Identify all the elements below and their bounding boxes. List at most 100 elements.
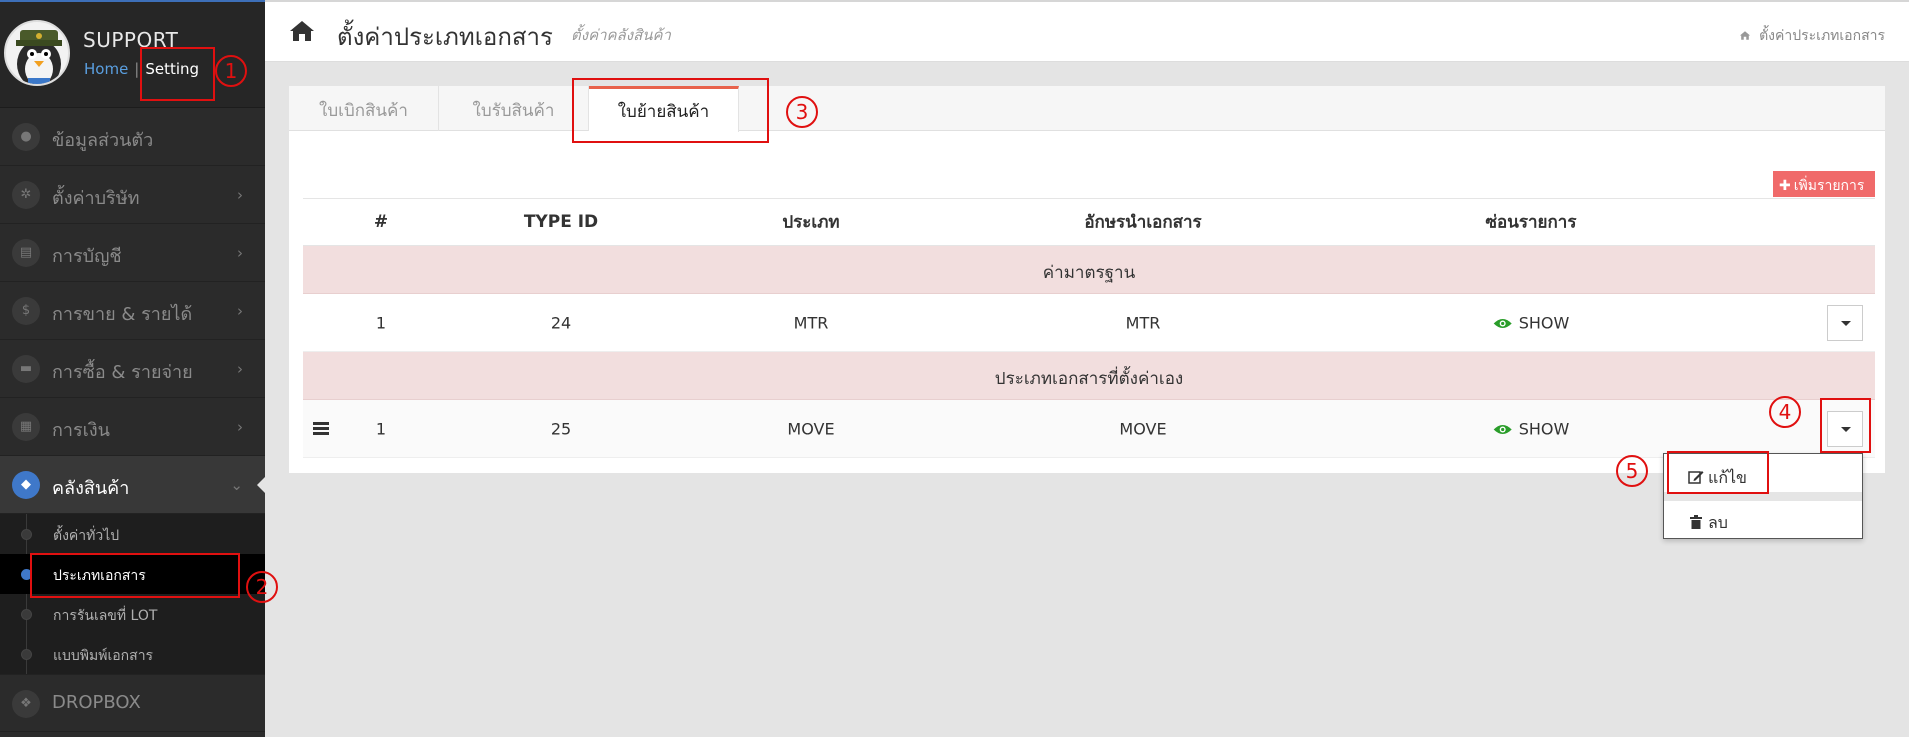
- menu-item-delete[interactable]: ลบ: [1664, 501, 1862, 537]
- submenu-item-3[interactable]: แบบพิมพ์เอกสาร: [0, 634, 265, 674]
- sidebar-item-1[interactable]: ✲ ตั้งค่าบริษัท ›: [0, 166, 265, 224]
- add-item-button[interactable]: ✚ เพิ่มรายการ: [1773, 171, 1875, 197]
- sidebar-item-label: การขาย & รายได้: [52, 304, 193, 325]
- col-header-hide: ซ่อนรายการ: [1485, 212, 1577, 233]
- doc-type-table: # TYPE ID ประเภท อักษรนำเอกสาร ซ่อนรายกา…: [303, 198, 1875, 458]
- cube-icon: ◆: [12, 471, 40, 499]
- chevron-right-icon: ›: [237, 244, 243, 262]
- chevron-right-icon: ›: [237, 360, 243, 378]
- add-item-label: เพิ่มรายการ: [1793, 178, 1865, 194]
- annotation-number-3: 3: [786, 96, 818, 128]
- gear-icon: ✲: [12, 181, 40, 209]
- chevron-right-icon: ›: [237, 302, 243, 320]
- col-header-prefix: อักษรนำเอกสาร: [1084, 212, 1202, 233]
- submenu-item-2[interactable]: การรันเลขที่ LOT: [0, 594, 265, 634]
- row-actions-button[interactable]: [1827, 304, 1863, 341]
- eye-icon: [1493, 424, 1512, 434]
- cell-type: MOVE: [787, 419, 835, 438]
- cart-icon: ▬: [12, 355, 40, 383]
- submenu-item-label: การรันเลขที่ LOT: [53, 608, 158, 624]
- bullet-icon: [21, 649, 32, 660]
- sidebar-item-label: ข้อมูลส่วนตัว: [52, 130, 154, 151]
- link-separator: |: [134, 60, 140, 78]
- annotation-box-1: [140, 47, 215, 101]
- bullet-icon: [21, 529, 32, 540]
- sidebar-item-dropbox[interactable]: ❖ DROPBOX: [0, 674, 265, 732]
- cell-type-id: 24: [550, 313, 572, 332]
- cell-num: 1: [375, 313, 387, 332]
- col-header-num: #: [373, 212, 389, 232]
- col-header-type-id: TYPE ID: [523, 212, 599, 232]
- group-row-custom: ประเภทเอกสารที่ตั้งค่าเอง: [303, 352, 1875, 400]
- submenu-item-label: แบบพิมพ์เอกสาร: [53, 648, 154, 664]
- home-icon[interactable]: [1739, 30, 1751, 41]
- sidebar-item-label: การเงิน: [52, 420, 110, 441]
- trash-icon: [1690, 515, 1702, 529]
- cell-visibility[interactable]: SHOW: [1493, 313, 1570, 332]
- calendar-icon: ▦: [12, 413, 40, 441]
- visibility-label: SHOW: [1518, 419, 1570, 438]
- sidebar-item-2[interactable]: ▤ การบัญชี ›: [0, 224, 265, 282]
- sidebar-item-label: การซื้อ & รายจ่าย: [52, 362, 193, 383]
- menu-item-label: ลบ: [1708, 513, 1728, 532]
- eye-icon: [1493, 318, 1512, 328]
- tab-withdraw[interactable]: ใบเบิกสินค้า: [289, 86, 439, 131]
- breadcrumb: ตั้งค่าประเภทเอกสาร: [1739, 25, 1885, 47]
- group-row-standard: ค่ามาตรฐาน: [303, 246, 1875, 294]
- breadcrumb-current: ตั้งค่าประเภทเอกสาร: [1759, 28, 1885, 44]
- annotation-number-2: 2: [246, 571, 278, 603]
- tab-bar: ใบเบิกสินค้า ใบรับสินค้า ใบย้ายสินค้า: [289, 86, 1885, 132]
- dropbox-icon: ❖: [12, 690, 40, 718]
- cell-visibility[interactable]: SHOW: [1493, 419, 1570, 438]
- annotation-number-5: 5: [1616, 455, 1648, 487]
- sidebar-item-label: ตั้งค่าบริษัท: [52, 188, 140, 209]
- avatar[interactable]: [4, 20, 70, 86]
- annotation-box-4: [1820, 398, 1871, 453]
- sidebar-item-5[interactable]: ▦ การเงิน ›: [0, 398, 265, 456]
- sidebar-menu: ● ข้อมูลส่วนตัว ✲ ตั้งค่าบริษัท › ▤ การบัญชี › $…: [0, 108, 265, 456]
- chevron-right-icon: ›: [237, 418, 243, 436]
- annotation-number-1: 1: [215, 55, 247, 87]
- dollar-icon: $: [12, 297, 40, 325]
- chevron-right-icon: ›: [237, 186, 243, 204]
- tab-receive[interactable]: ใบรับสินค้า: [439, 86, 589, 131]
- drag-handle-icon[interactable]: [313, 421, 329, 436]
- submenu-item-label: ตั้งค่าทั่วไป: [53, 528, 120, 544]
- table-row: 1 24 MTR MTR SHOW: [303, 294, 1875, 352]
- sidebar-item-label: คลังสินค้า: [52, 478, 130, 499]
- sidebar-item-0[interactable]: ● ข้อมูลส่วนตัว: [0, 108, 265, 166]
- cell-type-id: 25: [550, 419, 572, 438]
- annotation-box-2: [30, 553, 240, 598]
- visibility-label: SHOW: [1518, 313, 1570, 332]
- submenu-item-0[interactable]: ตั้งค่าทั่วไป: [0, 514, 265, 554]
- sidebar-item-3[interactable]: $ การขาย & รายได้ ›: [0, 282, 265, 340]
- active-indicator: [257, 476, 266, 494]
- sidebar-item-label: DROPBOX: [52, 692, 141, 713]
- table-header: # TYPE ID ประเภท อักษรนำเอกสาร ซ่อนรายกา…: [303, 198, 1875, 246]
- home-icon[interactable]: [289, 18, 315, 44]
- cell-num: 1: [375, 419, 387, 438]
- col-header-type: ประเภท: [782, 212, 840, 233]
- user-icon: ●: [12, 123, 40, 151]
- chevron-down-icon: ⌄: [230, 476, 243, 494]
- table-row: 1 25 MOVE MOVE SHOW: [303, 400, 1875, 458]
- annotation-box-3: [572, 78, 769, 143]
- sidebar: SUPPORT Home | Setting ● ข้อมูลส่วนตัว ✲ ตั้ง…: [0, 0, 266, 737]
- book-icon: ▤: [12, 239, 40, 267]
- home-link[interactable]: Home: [84, 60, 128, 78]
- profile-panel: SUPPORT Home | Setting: [0, 0, 265, 108]
- page-header: ตั้งค่าประเภทเอกสาร ตั้งค่าคลังสินค้า ตั…: [265, 0, 1909, 62]
- page-title: ตั้งค่าประเภทเอกสาร: [337, 23, 553, 51]
- cell-type: MTR: [793, 313, 829, 332]
- cell-prefix: MTR: [1125, 313, 1161, 332]
- page-subtitle: ตั้งค่าคลังสินค้า: [571, 26, 671, 44]
- content-panel: ใบเบิกสินค้า ใบรับสินค้า ใบย้ายสินค้า ✚ เ…: [289, 86, 1885, 473]
- bullet-icon: [21, 609, 32, 620]
- sidebar-item-warehouse[interactable]: ◆ คลังสินค้า ⌄: [0, 456, 266, 514]
- annotation-box-5: [1667, 451, 1769, 494]
- annotation-number-4: 4: [1769, 396, 1801, 428]
- cell-prefix: MOVE: [1119, 419, 1167, 438]
- plus-icon: ✚: [1779, 178, 1791, 194]
- sidebar-item-4[interactable]: ▬ การซื้อ & รายจ่าย ›: [0, 340, 265, 398]
- sidebar-item-label: การบัญชี: [52, 246, 122, 267]
